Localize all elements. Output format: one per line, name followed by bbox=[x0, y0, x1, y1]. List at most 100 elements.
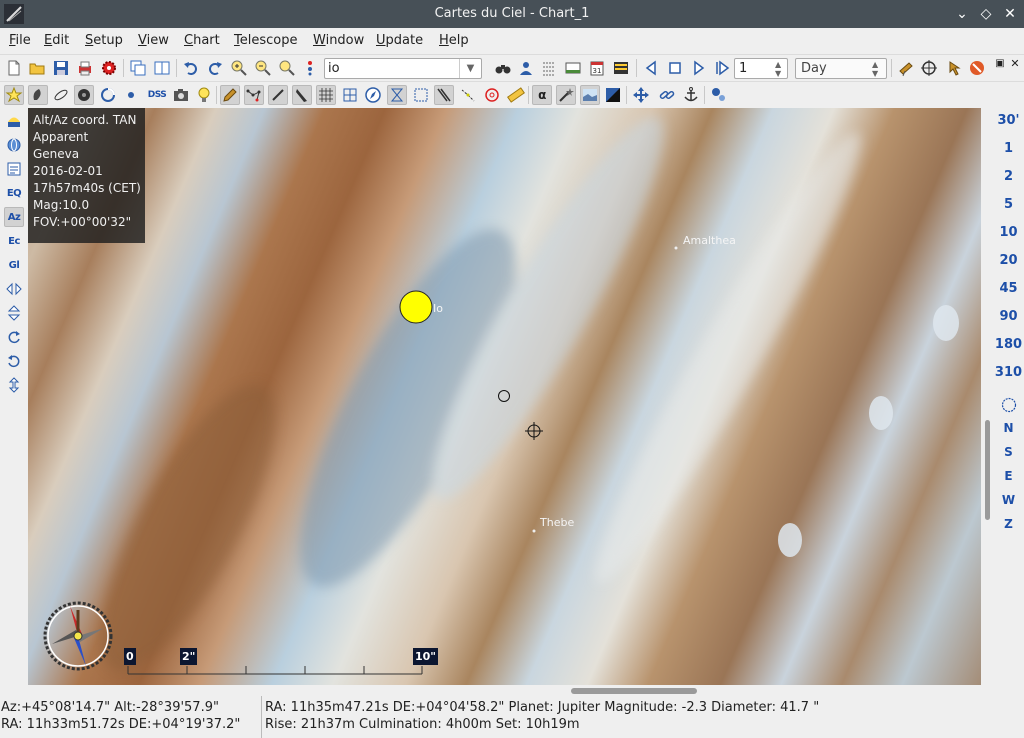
show-galaxies-button[interactable] bbox=[51, 85, 71, 105]
constellation-lines-button[interactable] bbox=[244, 85, 264, 105]
compass-button[interactable] bbox=[363, 85, 383, 105]
fov-button-10[interactable]: 10 bbox=[993, 225, 1024, 240]
menu-file[interactable]: File bbox=[9, 33, 31, 48]
south-button[interactable]: S bbox=[993, 445, 1024, 459]
fov-button-310[interactable]: 310 bbox=[993, 365, 1024, 380]
new-chart-button[interactable] bbox=[4, 58, 24, 78]
zoom-out-button[interactable] bbox=[253, 58, 273, 78]
object-search-input[interactable] bbox=[328, 60, 456, 77]
search-list-button[interactable] bbox=[516, 58, 536, 78]
time-button[interactable] bbox=[611, 58, 631, 78]
fov-button-5[interactable]: 5 bbox=[993, 197, 1024, 212]
fov-button-45[interactable]: 45 bbox=[993, 281, 1024, 296]
eq-projection-button[interactable]: EQ bbox=[4, 183, 24, 203]
open-button[interactable] bbox=[27, 58, 47, 78]
object-list-button[interactable] bbox=[539, 58, 559, 78]
redo-button[interactable] bbox=[205, 58, 225, 78]
menu-telescope[interactable]: Telescope bbox=[234, 33, 297, 48]
rotate-left-button[interactable] bbox=[4, 351, 24, 371]
ec-projection-button[interactable]: Ec bbox=[4, 231, 24, 251]
menu-view[interactable]: View bbox=[138, 33, 169, 48]
menu-help[interactable]: Help bbox=[439, 33, 469, 48]
time-step-back-button[interactable] bbox=[641, 58, 661, 78]
amalthea-marker[interactable] bbox=[674, 246, 678, 250]
notes-button[interactable] bbox=[4, 159, 24, 179]
binoculars-button[interactable] bbox=[493, 58, 513, 78]
time-now-button[interactable] bbox=[665, 58, 685, 78]
stripes-button[interactable] bbox=[434, 85, 454, 105]
zoom-in-button[interactable] bbox=[229, 58, 249, 78]
calendar-button[interactable]: 31 bbox=[587, 58, 607, 78]
print-button[interactable] bbox=[75, 58, 95, 78]
menu-setup[interactable]: Setup bbox=[85, 33, 123, 48]
link-button[interactable] bbox=[657, 85, 677, 105]
object-search-combobox[interactable]: ▼ bbox=[324, 58, 482, 79]
thebe-marker[interactable] bbox=[532, 529, 536, 533]
show-lines-button[interactable] bbox=[98, 85, 118, 105]
east-button[interactable]: E bbox=[993, 469, 1024, 483]
time-animate-button[interactable] bbox=[712, 58, 732, 78]
chart-restore-button[interactable]: ▣ bbox=[994, 57, 1006, 69]
constellation-boundaries-button[interactable] bbox=[268, 85, 288, 105]
chart-vertical-scrollbar[interactable] bbox=[982, 108, 992, 685]
maximize-button[interactable]: ◇ bbox=[976, 4, 996, 24]
quit-button[interactable] bbox=[967, 58, 987, 78]
globe-button[interactable] bbox=[4, 135, 24, 155]
zenith-button[interactable]: Z bbox=[993, 517, 1024, 531]
az-projection-button[interactable]: Az bbox=[4, 207, 24, 227]
fov-button-2[interactable]: 2 bbox=[993, 169, 1024, 184]
menu-window[interactable]: Window bbox=[313, 33, 364, 48]
north-button[interactable]: N bbox=[993, 421, 1024, 435]
chart-close-button[interactable]: ✕ bbox=[1009, 57, 1021, 70]
close-button[interactable]: ✕ bbox=[1000, 4, 1020, 24]
show-nebulae-button[interactable] bbox=[28, 85, 48, 105]
telescope-button[interactable] bbox=[896, 58, 916, 78]
horizontal-scroll-thumb[interactable] bbox=[571, 688, 697, 694]
fov-button-30min[interactable]: 30' bbox=[993, 113, 1024, 128]
show-planets-button[interactable] bbox=[121, 85, 141, 105]
fov-button-20[interactable]: 20 bbox=[993, 253, 1024, 268]
labels-button[interactable] bbox=[220, 85, 240, 105]
show-stars-button[interactable] bbox=[4, 85, 24, 105]
move-chart-button[interactable] bbox=[631, 85, 651, 105]
find-button[interactable] bbox=[300, 58, 320, 78]
spin-arrows-icon[interactable]: ▲ ▼ bbox=[775, 60, 785, 78]
chart-horizontal-scrollbar[interactable] bbox=[28, 686, 981, 696]
horizon-line-button[interactable] bbox=[580, 85, 600, 105]
sky-chart[interactable]: Alt/Az coord. TAN Apparent Geneva 2016-0… bbox=[28, 108, 981, 685]
target-button[interactable] bbox=[482, 85, 502, 105]
menu-edit[interactable]: Edit bbox=[44, 33, 69, 48]
search-dropdown-arrow[interactable]: ▼ bbox=[459, 59, 481, 78]
flip-horizontal-button[interactable] bbox=[4, 279, 24, 299]
grid-button[interactable] bbox=[316, 85, 336, 105]
grid-eq-button[interactable] bbox=[340, 85, 360, 105]
vertical-scroll-thumb[interactable] bbox=[985, 420, 990, 520]
horizon-view-button[interactable] bbox=[4, 111, 24, 131]
save-button[interactable] bbox=[51, 58, 71, 78]
asterisms-button[interactable] bbox=[458, 85, 478, 105]
io-marker[interactable] bbox=[399, 290, 433, 324]
time-step-forward-button[interactable] bbox=[689, 58, 709, 78]
time-step-spinbox[interactable]: 1 ▲ ▼ bbox=[734, 58, 788, 79]
fov-button-1[interactable]: 1 bbox=[993, 141, 1024, 156]
fov-button-180[interactable]: 180 bbox=[993, 337, 1024, 352]
rotate-right-button[interactable] bbox=[4, 327, 24, 347]
sky-button[interactable] bbox=[556, 85, 576, 105]
dss-button[interactable]: DSS bbox=[145, 85, 169, 105]
time-unit-select[interactable]: Day ▲ ▼ bbox=[795, 58, 887, 79]
west-button[interactable]: W bbox=[993, 493, 1024, 507]
zenith-circle-icon[interactable] bbox=[1001, 397, 1017, 413]
show-pictures-button[interactable] bbox=[74, 85, 94, 105]
gl-projection-button[interactable]: Gl bbox=[4, 255, 24, 275]
solar-system-button[interactable] bbox=[709, 85, 729, 105]
menu-chart[interactable]: Chart bbox=[184, 33, 220, 48]
minimize-button[interactable]: ⌄ bbox=[952, 4, 972, 24]
zoom-fit-button[interactable] bbox=[277, 58, 297, 78]
cascade-windows-button[interactable] bbox=[128, 58, 148, 78]
alpha-button[interactable]: α bbox=[532, 85, 552, 105]
fov-button-90[interactable]: 90 bbox=[993, 309, 1024, 324]
ruler-button[interactable] bbox=[506, 85, 526, 105]
bulb-button[interactable] bbox=[194, 85, 214, 105]
pointer-button[interactable] bbox=[944, 58, 964, 78]
menu-update[interactable]: Update bbox=[376, 33, 423, 48]
